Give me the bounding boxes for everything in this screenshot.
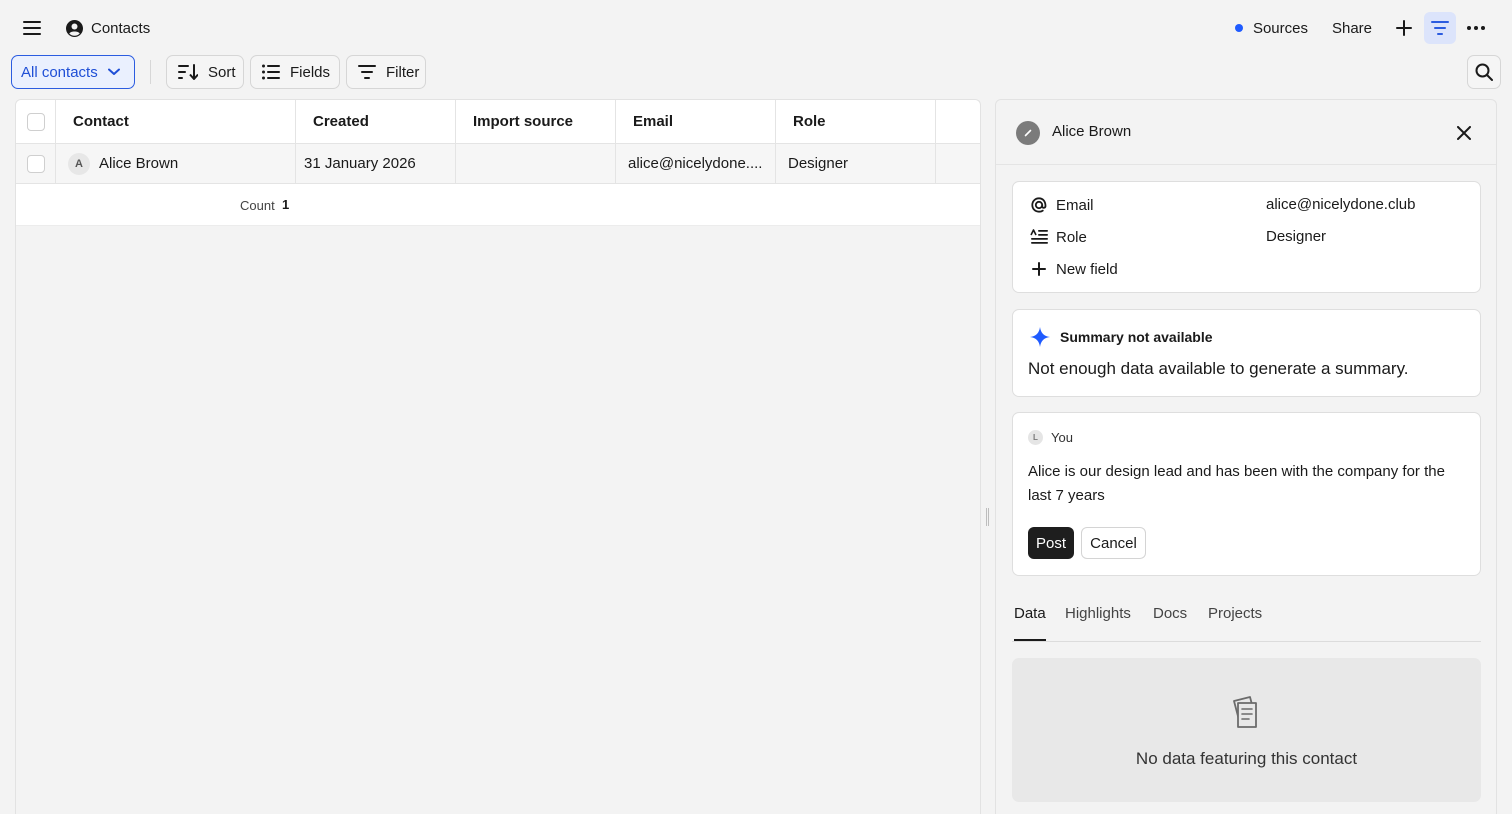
column-header[interactable]: Email <box>616 100 776 143</box>
header-actions: Sources Share <box>1223 12 1492 44</box>
contact-cell[interactable]: A Alice Brown <box>56 144 296 183</box>
column-header[interactable]: Role <box>776 100 936 143</box>
tab-data[interactable]: Data <box>1014 605 1046 641</box>
contacts-icon <box>66 19 83 37</box>
column-header[interactable]: Created <box>296 100 456 143</box>
role-cell[interactable]: Designer <box>776 144 936 183</box>
sort-button[interactable]: Sort <box>166 55 244 89</box>
at-icon <box>1030 196 1048 214</box>
detail-header: Alice Brown <box>996 100 1496 165</box>
fields-label: Fields <box>290 63 331 81</box>
field-value[interactable]: alice@nicelydone.club <box>1266 196 1415 213</box>
table-header: Contact Created Import source Email Role <box>16 100 980 144</box>
avatar: A <box>68 152 90 175</box>
note-composer: L You Alice is our design lead and has b… <box>1012 412 1481 576</box>
field-role[interactable]: Role <box>1030 225 1087 249</box>
sparkle-icon <box>1030 327 1050 347</box>
header-checkbox-cell <box>16 100 56 143</box>
page-title-group: Contacts <box>66 17 150 39</box>
contact-detail-panel: Alice Brown Email alice@nicelydone.club … <box>995 99 1497 814</box>
menu-icon[interactable] <box>18 14 46 42</box>
plus-icon <box>1030 260 1048 278</box>
row-checkbox-cell <box>16 144 56 183</box>
count-value: 1 <box>282 197 290 212</box>
filter-icon <box>358 65 376 79</box>
created-cell[interactable]: 31 January 2026 <box>296 144 456 183</box>
close-icon[interactable] <box>1452 121 1476 145</box>
panel-resize-handle[interactable] <box>986 508 989 526</box>
list-icon <box>262 64 280 80</box>
field-value[interactable]: Designer <box>1266 228 1326 245</box>
tab-highlights[interactable]: Highlights <box>1065 605 1131 641</box>
field-label: Email <box>1056 196 1094 214</box>
column-header-empty <box>936 100 980 143</box>
new-field-label: New field <box>1056 260 1118 278</box>
count-row: Count 1 <box>16 184 980 226</box>
filter-toggle-icon[interactable] <box>1424 12 1456 44</box>
cancel-button[interactable]: Cancel <box>1081 527 1146 559</box>
sort-icon <box>178 64 198 80</box>
select-all-checkbox[interactable] <box>27 112 45 131</box>
link-icon <box>1016 121 1040 145</box>
documents-icon <box>1228 694 1264 730</box>
view-label: All contacts <box>21 63 98 81</box>
share-button[interactable]: Share <box>1320 12 1384 44</box>
sources-button[interactable]: Sources <box>1223 12 1320 44</box>
note-author: L You <box>1028 430 1073 445</box>
sort-label: Sort <box>208 63 236 81</box>
status-dot <box>1234 24 1243 32</box>
contact-name: Alice Brown <box>99 155 179 172</box>
tab-projects[interactable]: Projects <box>1208 605 1262 641</box>
empty-cell <box>936 144 980 183</box>
avatar: L <box>1028 430 1043 445</box>
text-align-icon <box>1030 229 1048 245</box>
field-email[interactable]: Email <box>1030 193 1094 217</box>
more-icon[interactable] <box>1460 12 1492 44</box>
summary-body: Not enough data available to generate a … <box>1028 359 1409 378</box>
row-checkbox[interactable] <box>27 154 45 173</box>
empty-state-text: No data featuring this contact <box>1135 749 1358 768</box>
new-field-button[interactable]: New field <box>1030 257 1118 281</box>
fields-button[interactable]: Fields <box>250 55 340 89</box>
note-input[interactable]: Alice is our design lead and has been wi… <box>1028 460 1468 508</box>
filter-label: Filter <box>386 63 420 81</box>
summary-card: Summary not available Not enough data av… <box>1012 309 1481 397</box>
view-selector[interactable]: All contacts <box>11 55 135 89</box>
sources-label: Sources <box>1252 19 1308 37</box>
search-icon[interactable] <box>1467 55 1501 89</box>
empty-state: No data featuring this contact <box>1012 658 1481 802</box>
table-row[interactable]: A Alice Brown 31 January 2026 alice@nice… <box>16 144 980 184</box>
tab-docs[interactable]: Docs <box>1153 605 1187 641</box>
filter-button[interactable]: Filter <box>346 55 426 89</box>
plus-icon[interactable] <box>1388 12 1420 44</box>
detail-tabs: Data Highlights Docs Projects <box>1012 596 1481 642</box>
field-label: Role <box>1056 228 1087 246</box>
column-header[interactable]: Contact <box>56 100 296 143</box>
page-title: Contacts <box>91 19 151 37</box>
toolbar-divider <box>150 60 151 84</box>
import-source-cell[interactable] <box>456 144 616 183</box>
top-bar: Contacts Sources Share <box>0 0 1512 56</box>
column-header[interactable]: Import source <box>456 100 616 143</box>
email-cell[interactable]: alice@nicelydone.... <box>616 144 776 183</box>
post-button[interactable]: Post <box>1028 527 1074 559</box>
detail-title: Alice Brown <box>1052 123 1132 140</box>
author-name: You <box>1051 430 1073 445</box>
count-label: Count <box>240 198 275 213</box>
summary-title: Summary not available <box>1060 329 1213 345</box>
contacts-table: Contact Created Import source Email Role… <box>15 99 981 814</box>
fields-card: Email alice@nicelydone.club Role Designe… <box>1012 181 1481 293</box>
chevron-down-icon <box>107 68 120 76</box>
